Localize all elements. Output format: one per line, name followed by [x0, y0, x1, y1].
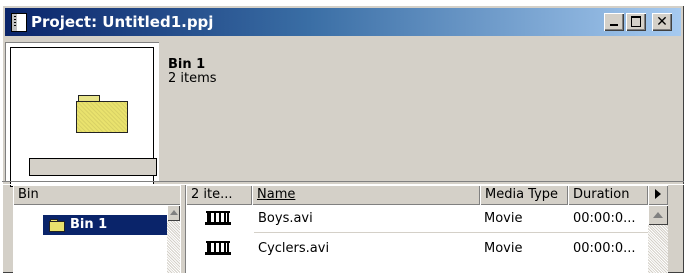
- project-document-icon: [11, 13, 27, 32]
- media-type-column-header[interactable]: Media Type: [480, 185, 568, 205]
- duration-column-header[interactable]: Duration: [568, 185, 648, 205]
- folder-icon: [49, 219, 65, 232]
- close-button[interactable]: ✕: [652, 13, 672, 31]
- bin-info-name: Bin 1: [168, 57, 206, 72]
- thumbnail-scrubber-bar[interactable]: [29, 158, 157, 176]
- scroll-up-arrow-icon[interactable]: [167, 205, 180, 221]
- clip-name: Boys.avi: [258, 211, 313, 226]
- clip-list-scrollbar[interactable]: [648, 205, 668, 273]
- row-divider: [254, 232, 648, 233]
- table-row[interactable]: Boys.avi Movie 00:00:0...: [186, 205, 648, 233]
- film-clip-icon: [205, 211, 231, 226]
- bin-item-label: Bin 1: [70, 217, 108, 232]
- more-columns-button[interactable]: [648, 185, 668, 205]
- bin-list: Bin 1: [13, 205, 174, 273]
- maximize-button[interactable]: [626, 13, 646, 31]
- clip-duration: 00:00:0...: [573, 241, 636, 256]
- film-clip-icon: [205, 241, 231, 256]
- clip-list: Boys.avi Movie 00:00:0... Cyclers.avi Mo…: [186, 205, 648, 273]
- clip-name: Cyclers.avi: [258, 241, 330, 256]
- scroll-up-arrow-icon[interactable]: [648, 205, 668, 225]
- clip-media-type: Movie: [484, 241, 523, 256]
- bin-info-count: 2 items: [168, 71, 217, 86]
- title-bar[interactable]: Project: Untitled1.ppj ✕: [5, 8, 681, 36]
- clip-duration: 00:00:0...: [573, 211, 636, 226]
- close-icon: ✕: [656, 14, 668, 30]
- table-row[interactable]: Cyclers.avi Movie 00:00:0...: [186, 235, 648, 262]
- triangle-right-icon: [655, 189, 661, 199]
- bin-column-header[interactable]: Bin: [13, 185, 186, 205]
- count-column-header[interactable]: 2 ite...: [186, 185, 252, 205]
- clip-media-type: Movie: [484, 211, 523, 226]
- minimize-button[interactable]: [604, 13, 624, 31]
- project-window: Project: Untitled1.ppj ✕ Bin 1 2 items B…: [2, 5, 684, 273]
- folder-icon: [76, 95, 128, 133]
- bin-list-item[interactable]: Bin 1: [43, 215, 174, 235]
- bin-scrollbar[interactable]: [167, 205, 180, 273]
- name-column-header[interactable]: Name: [252, 185, 480, 205]
- window-title: Project: Untitled1.ppj: [31, 13, 214, 31]
